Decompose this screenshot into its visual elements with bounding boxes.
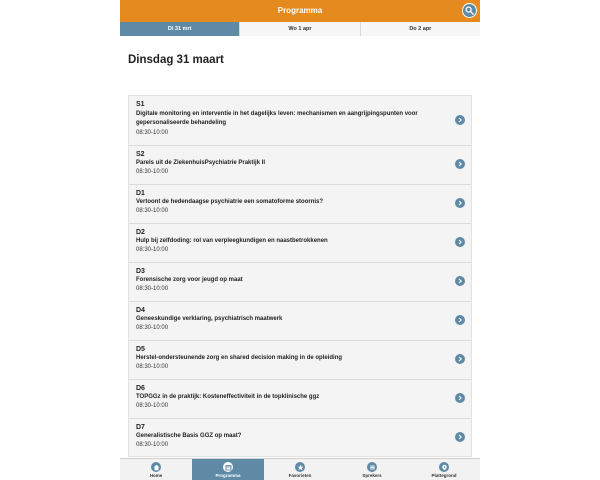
session-item[interactable]: D5 Herstel-ondersteunende zorg en shared… <box>129 341 471 380</box>
session-code: D7 <box>136 424 145 431</box>
nav-label: Plattegrond <box>431 473 457 478</box>
chevron-right-icon[interactable] <box>455 315 465 325</box>
list-icon <box>367 462 377 472</box>
day-tabs: Di 31 mrt Wo 1 apr Do 2 apr <box>120 22 480 36</box>
session-list: S1 Digitale monitoring en interventie in… <box>128 95 472 457</box>
nav-label: Programma <box>215 473 241 478</box>
top-bar: Programma <box>120 0 480 22</box>
calendar-icon <box>223 462 233 472</box>
session-item[interactable]: D6 TOPGGz in de praktijk: Kosteneffectiv… <box>129 380 471 419</box>
session-time: 08:30-10:00 <box>136 169 169 175</box>
chevron-right-icon[interactable] <box>455 393 465 403</box>
star-icon <box>295 462 305 472</box>
session-time: 08:30-10:00 <box>136 325 169 331</box>
session-item[interactable]: D7 Generalistische Basis GGZ op maat? 08… <box>129 419 471 456</box>
nav-label: Home <box>149 473 163 478</box>
session-item[interactable]: D4 Geneeskundige verklaring, psychiatris… <box>129 302 471 341</box>
session-time: 08:30-10:00 <box>136 247 169 253</box>
nav-favorieten[interactable]: Favorieten <box>264 459 336 480</box>
session-item[interactable]: D2 Hulp bij zelfdoding: rol van verpleeg… <box>129 224 471 263</box>
session-title: TOPGGz in de praktijk: Kosteneffectivite… <box>136 394 320 400</box>
session-time: 08:30-10:00 <box>136 364 169 370</box>
chevron-right-icon[interactable] <box>455 237 465 247</box>
session-time: 08:30-10:00 <box>136 442 169 448</box>
session-code: D4 <box>136 307 145 314</box>
nav-plattegrond[interactable]: Plattegrond <box>408 459 480 480</box>
app-screen: Programma Di 31 mrt Wo 1 apr Do 2 apr Di… <box>120 0 480 480</box>
session-title: Generalistische Basis GGZ op maat? <box>136 433 242 439</box>
session-code: D5 <box>136 346 145 353</box>
tab-do-2-apr[interactable]: Do 2 apr <box>360 22 480 36</box>
session-time: 08:30-10:00 <box>136 130 169 136</box>
session-item[interactable]: S1 Digitale monitoring en interventie in… <box>129 96 471 146</box>
session-time: 08:30-10:00 <box>136 208 169 214</box>
session-item[interactable]: D3 Forensische zorg voor jeugd op maat 0… <box>129 263 471 302</box>
session-title: Geneeskundige verklaring, psychiatrisch … <box>136 316 283 322</box>
session-code: D1 <box>136 190 145 197</box>
chevron-right-icon[interactable] <box>455 432 465 442</box>
tab-wo-1-apr[interactable]: Wo 1 apr <box>240 22 361 36</box>
session-title: Digitale monitoring en interventie in he… <box>136 111 418 126</box>
session-time: 08:30-10:00 <box>136 286 169 292</box>
home-icon <box>151 462 161 472</box>
session-code: D6 <box>136 385 145 392</box>
day-heading: Dinsdag 31 maart <box>128 54 224 66</box>
nav-sprekers[interactable]: Sprekers <box>336 459 408 480</box>
session-code: S2 <box>136 151 145 158</box>
session-title: Herstel-ondersteunende zorg en shared de… <box>136 355 343 361</box>
session-time: 08:30-10:00 <box>136 403 169 409</box>
session-title: Forensische zorg voor jeugd op maat <box>136 277 243 283</box>
nav-label: Sprekers <box>362 473 382 478</box>
nav-home[interactable]: Home <box>120 459 192 480</box>
chevron-right-icon[interactable] <box>455 115 465 125</box>
chevron-right-icon[interactable] <box>455 276 465 286</box>
tab-di-31-mrt[interactable]: Di 31 mrt <box>120 22 241 36</box>
page-title: Programma <box>277 6 323 15</box>
bottom-nav: Home Programma Favorieten Sprekers Platt… <box>120 458 480 480</box>
nav-programma[interactable]: Programma <box>192 459 264 480</box>
session-item[interactable]: S2 Parels uit de ZiekenhuisPsychiatrie P… <box>129 146 471 185</box>
search-icon <box>465 6 474 15</box>
session-code: D2 <box>136 229 145 236</box>
chevron-right-icon[interactable] <box>455 159 465 169</box>
nav-label: Favorieten <box>288 473 312 478</box>
map-pin-icon <box>439 462 449 472</box>
chevron-right-icon[interactable] <box>455 198 465 208</box>
session-title: Vertoont de hedendaagse psychiatrie een … <box>136 199 324 205</box>
session-item[interactable]: D1 Vertoont de hedendaagse psychiatrie e… <box>129 185 471 224</box>
session-code: S1 <box>136 101 145 108</box>
session-code: D3 <box>136 268 145 275</box>
session-title: Hulp bij zelfdoding: rol van verpleegkun… <box>136 238 328 244</box>
chevron-right-icon[interactable] <box>455 354 465 364</box>
search-button[interactable] <box>462 3 477 18</box>
session-title: Parels uit de ZiekenhuisPsychiatrie Prak… <box>136 160 266 166</box>
